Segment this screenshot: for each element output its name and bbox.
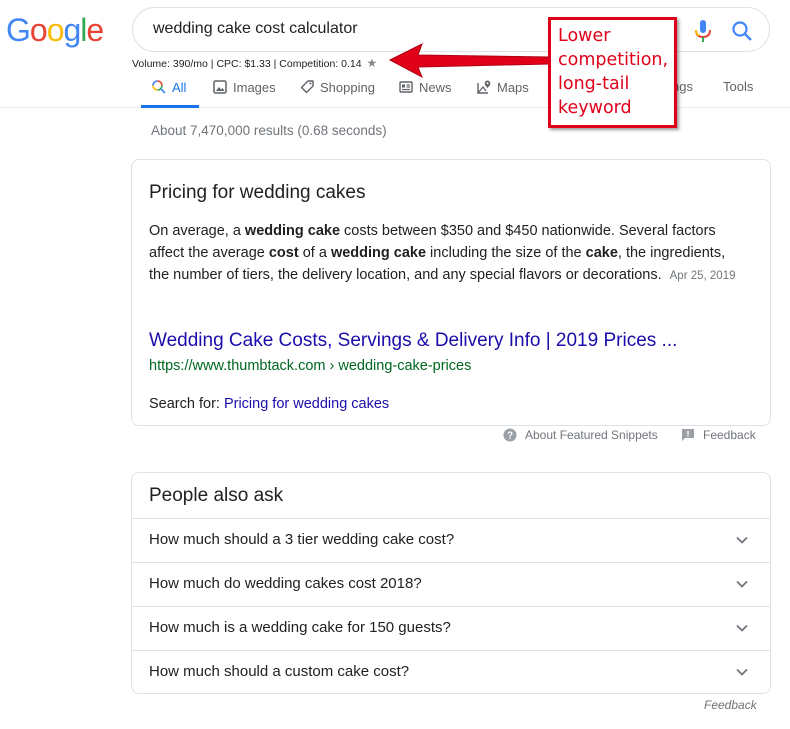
tab-tools[interactable]: Tools: [723, 79, 753, 94]
chevron-down-icon: [736, 624, 748, 632]
image-icon: [213, 80, 227, 94]
tab-maps[interactable]: Maps: [476, 79, 529, 95]
paa-question[interactable]: How much should a 3 tier wedding cake co…: [132, 518, 770, 562]
map-icon: [477, 80, 491, 94]
people-also-ask: People also ask How much should a 3 tier…: [131, 472, 771, 694]
result-stats: About 7,470,000 results (0.68 seconds): [151, 123, 387, 138]
search-for-link[interactable]: Pricing for wedding cakes: [224, 396, 389, 412]
tab-shopping[interactable]: Shopping: [299, 79, 375, 95]
snippet-description: On average, a wedding cake costs between…: [149, 223, 736, 283]
snippet-date: Apr 25, 2019: [669, 270, 736, 282]
snippet-title: Pricing for wedding cakes: [149, 182, 366, 203]
snippet-feedback[interactable]: Feedback: [681, 428, 756, 442]
chevron-down-icon: [736, 580, 748, 588]
search-icon[interactable]: [731, 20, 753, 42]
paa-question[interactable]: How much do wedding cakes cost 2018?: [132, 562, 770, 606]
svg-text:?: ?: [507, 431, 513, 442]
tag-icon: [300, 80, 314, 94]
annotation-arrow: [388, 42, 550, 78]
paa-feedback-link[interactable]: Feedback: [704, 698, 757, 712]
keyword-metrics: Volume: 390/mo | CPC: $1.33 | Competitio…: [132, 56, 378, 70]
active-tab-indicator: [141, 105, 199, 108]
paa-question[interactable]: How much should a custom cake cost?: [132, 650, 770, 694]
help-icon: ?: [503, 428, 517, 442]
google-logo[interactable]: Google: [6, 12, 104, 49]
about-featured-snippets[interactable]: ? About Featured Snippets: [503, 428, 658, 442]
snippet-result-link[interactable]: Wedding Cake Costs, Servings & Delivery …: [149, 330, 677, 352]
tab-news[interactable]: News: [398, 79, 452, 95]
search-for: Search for: Pricing for wedding cakes: [149, 396, 390, 412]
microphone-icon[interactable]: [693, 19, 713, 43]
star-icon[interactable]: ★: [367, 56, 378, 70]
search-icon: [152, 80, 166, 94]
chevron-down-icon: [736, 536, 748, 544]
annotation-callout: Lower competition, long-tail keyword: [548, 17, 677, 128]
chevron-down-icon: [736, 668, 748, 676]
news-icon: [399, 81, 413, 93]
annotation-text: Lower competition, long-tail keyword: [558, 26, 669, 118]
paa-question[interactable]: How much is a wedding cake for 150 guest…: [132, 606, 770, 650]
paa-title: People also ask: [149, 485, 284, 506]
tab-images[interactable]: Images: [212, 79, 276, 95]
featured-snippet: Pricing for wedding cakes On average, a …: [131, 159, 771, 426]
feedback-icon: [682, 429, 694, 441]
tab-all[interactable]: All: [151, 79, 186, 95]
search-input[interactable]: wedding cake cost calculator: [153, 20, 358, 38]
snippet-url: https://www.thumbtack.com › wedding-cake…: [149, 358, 472, 374]
